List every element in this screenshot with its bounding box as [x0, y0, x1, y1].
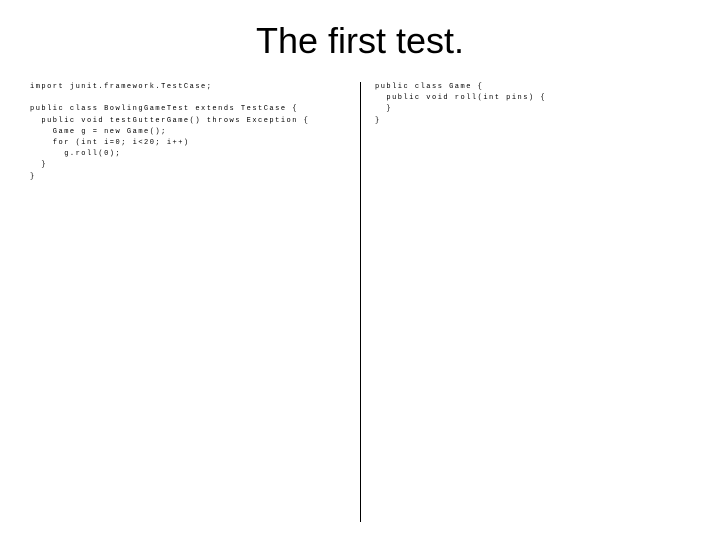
vertical-divider [360, 82, 361, 522]
slide-title: The first test. [30, 20, 690, 62]
content-area: import junit.framework.TestCase; public … [30, 82, 690, 522]
slide: The first test. import junit.framework.T… [0, 0, 720, 540]
code-block-right: public class Game { public void roll(int… [360, 82, 690, 522]
code-block-left: import junit.framework.TestCase; public … [30, 82, 360, 522]
